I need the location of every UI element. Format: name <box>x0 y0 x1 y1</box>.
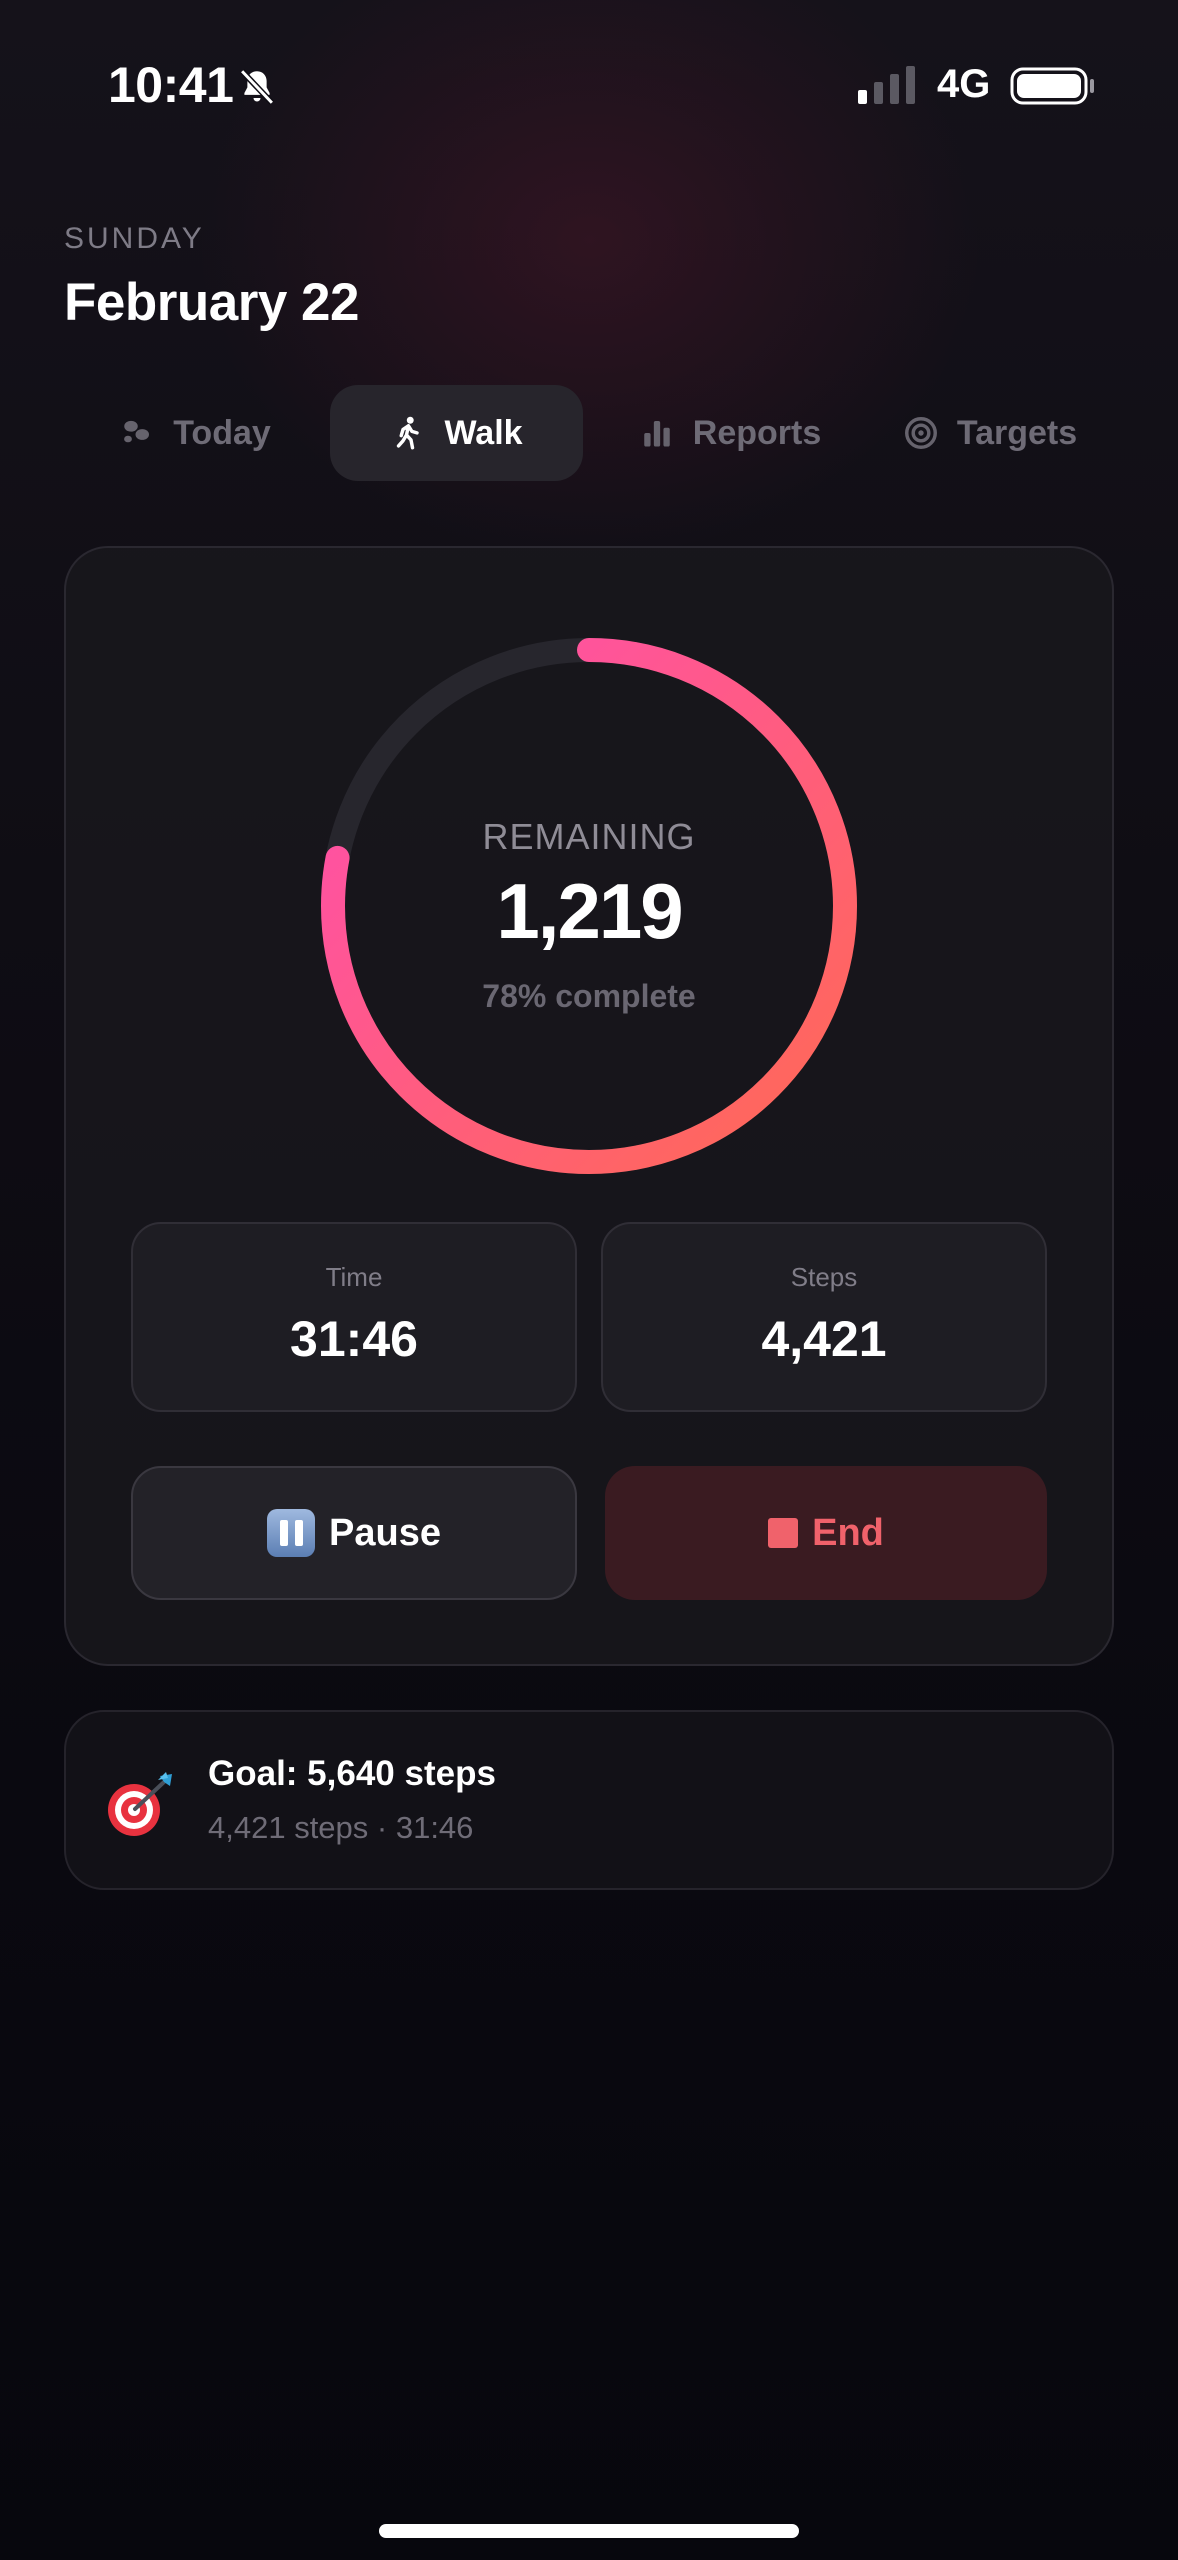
completion-percent: 78% complete <box>482 978 696 1014</box>
pause-button-icon <box>267 1509 316 1557</box>
walking-person-icon <box>397 416 420 450</box>
status-time: 10:41 <box>108 57 234 113</box>
page-title: February 22 <box>64 273 359 332</box>
tab-label: Reports <box>692 413 822 452</box>
tab-walk[interactable]: Walk <box>330 385 583 481</box>
steps-stat-tile: Steps 4,421 <box>601 1222 1047 1412</box>
dart-target-icon <box>108 1772 172 1836</box>
pause-button[interactable]: Pause <box>131 1466 577 1600</box>
remaining-steps-value: 1,219 <box>496 867 683 955</box>
pause-label: Pause <box>329 1511 441 1554</box>
tab-label: Targets <box>956 413 1078 452</box>
bell-slash-icon <box>239 69 275 105</box>
battery-icon <box>1010 67 1094 105</box>
tab-today[interactable]: Today <box>100 385 290 481</box>
time-stat-tile: Time 31:46 <box>131 1222 577 1412</box>
target-icon <box>904 417 937 449</box>
home-indicator[interactable] <box>379 2524 799 2538</box>
end-button[interactable]: End <box>605 1466 1047 1600</box>
network-type: 4G <box>937 62 991 106</box>
time-value: 31:46 <box>290 1311 418 1367</box>
goal-title: Goal: 5,640 steps <box>208 1754 496 1793</box>
stop-square-icon <box>768 1518 799 1548</box>
bar-chart-icon <box>644 421 670 447</box>
day-of-week: SUNDAY <box>64 222 205 255</box>
end-label: End <box>812 1511 884 1554</box>
tab-targets[interactable]: Targets <box>885 385 1095 481</box>
goal-summary-card <box>64 1710 1114 1890</box>
steps-value: 4,421 <box>761 1311 887 1367</box>
tab-reports[interactable]: Reports <box>620 385 840 481</box>
tab-label: Today <box>173 413 271 452</box>
signal-icon <box>858 66 915 104</box>
goal-subtitle: 4,421 steps · 31:46 <box>208 1810 474 1845</box>
remaining-label: REMAINING <box>482 816 696 857</box>
footprints-icon <box>124 420 150 443</box>
time-label: Time <box>325 1262 383 1292</box>
steps-label: Steps <box>790 1262 858 1292</box>
tab-label: Walk <box>444 413 523 452</box>
